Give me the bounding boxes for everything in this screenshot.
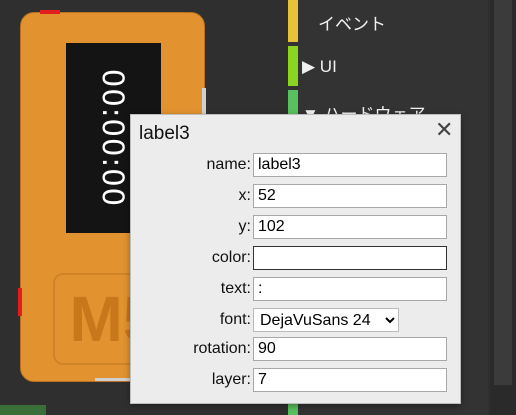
- font-label: font:: [219, 311, 251, 328]
- status-bar-indicator: [0, 405, 46, 415]
- category-ui[interactable]: ▶ UI: [302, 57, 337, 77]
- property-popup: label3 ✕ name: x: y: color: text: font: …: [130, 114, 461, 404]
- name-label: name:: [206, 156, 251, 173]
- layer-input[interactable]: [253, 368, 447, 392]
- category-color-ui: [288, 46, 298, 86]
- row-color: color:: [131, 246, 462, 270]
- popup-title: label3: [139, 123, 190, 144]
- rotation-label: rotation:: [193, 340, 251, 357]
- text-label: text:: [220, 280, 251, 297]
- y-label: y:: [238, 218, 251, 235]
- x-label: x:: [238, 187, 251, 204]
- y-input[interactable]: [253, 215, 447, 239]
- rotation-input[interactable]: [253, 337, 447, 361]
- side-button-red: [18, 288, 22, 316]
- font-select[interactable]: DejaVuSans 24: [253, 308, 399, 332]
- clock-label[interactable]: 00:00:00: [96, 69, 130, 207]
- row-text: text:: [131, 277, 462, 301]
- layer-label: layer:: [211, 371, 251, 388]
- close-icon[interactable]: ✕: [435, 119, 453, 141]
- row-x: x:: [131, 184, 462, 208]
- text-input[interactable]: [253, 277, 447, 301]
- name-input[interactable]: [253, 153, 447, 177]
- color-input[interactable]: [253, 246, 447, 270]
- scrollbar-thumb[interactable]: [494, 0, 512, 385]
- top-indicator-red: [40, 10, 60, 14]
- row-rotation: rotation:: [131, 337, 462, 361]
- row-y: y:: [131, 215, 462, 239]
- category-event[interactable]: イベント: [318, 10, 386, 35]
- row-name: name:: [131, 153, 462, 177]
- bottom-port: [95, 378, 135, 381]
- toolbox-scrollbar[interactable]: [490, 0, 516, 415]
- color-label: color:: [211, 249, 251, 266]
- x-input[interactable]: [253, 184, 447, 208]
- row-font: font: DejaVuSans 24: [131, 308, 462, 332]
- row-layer: layer:: [131, 368, 462, 392]
- category-color-event: [288, 0, 298, 42]
